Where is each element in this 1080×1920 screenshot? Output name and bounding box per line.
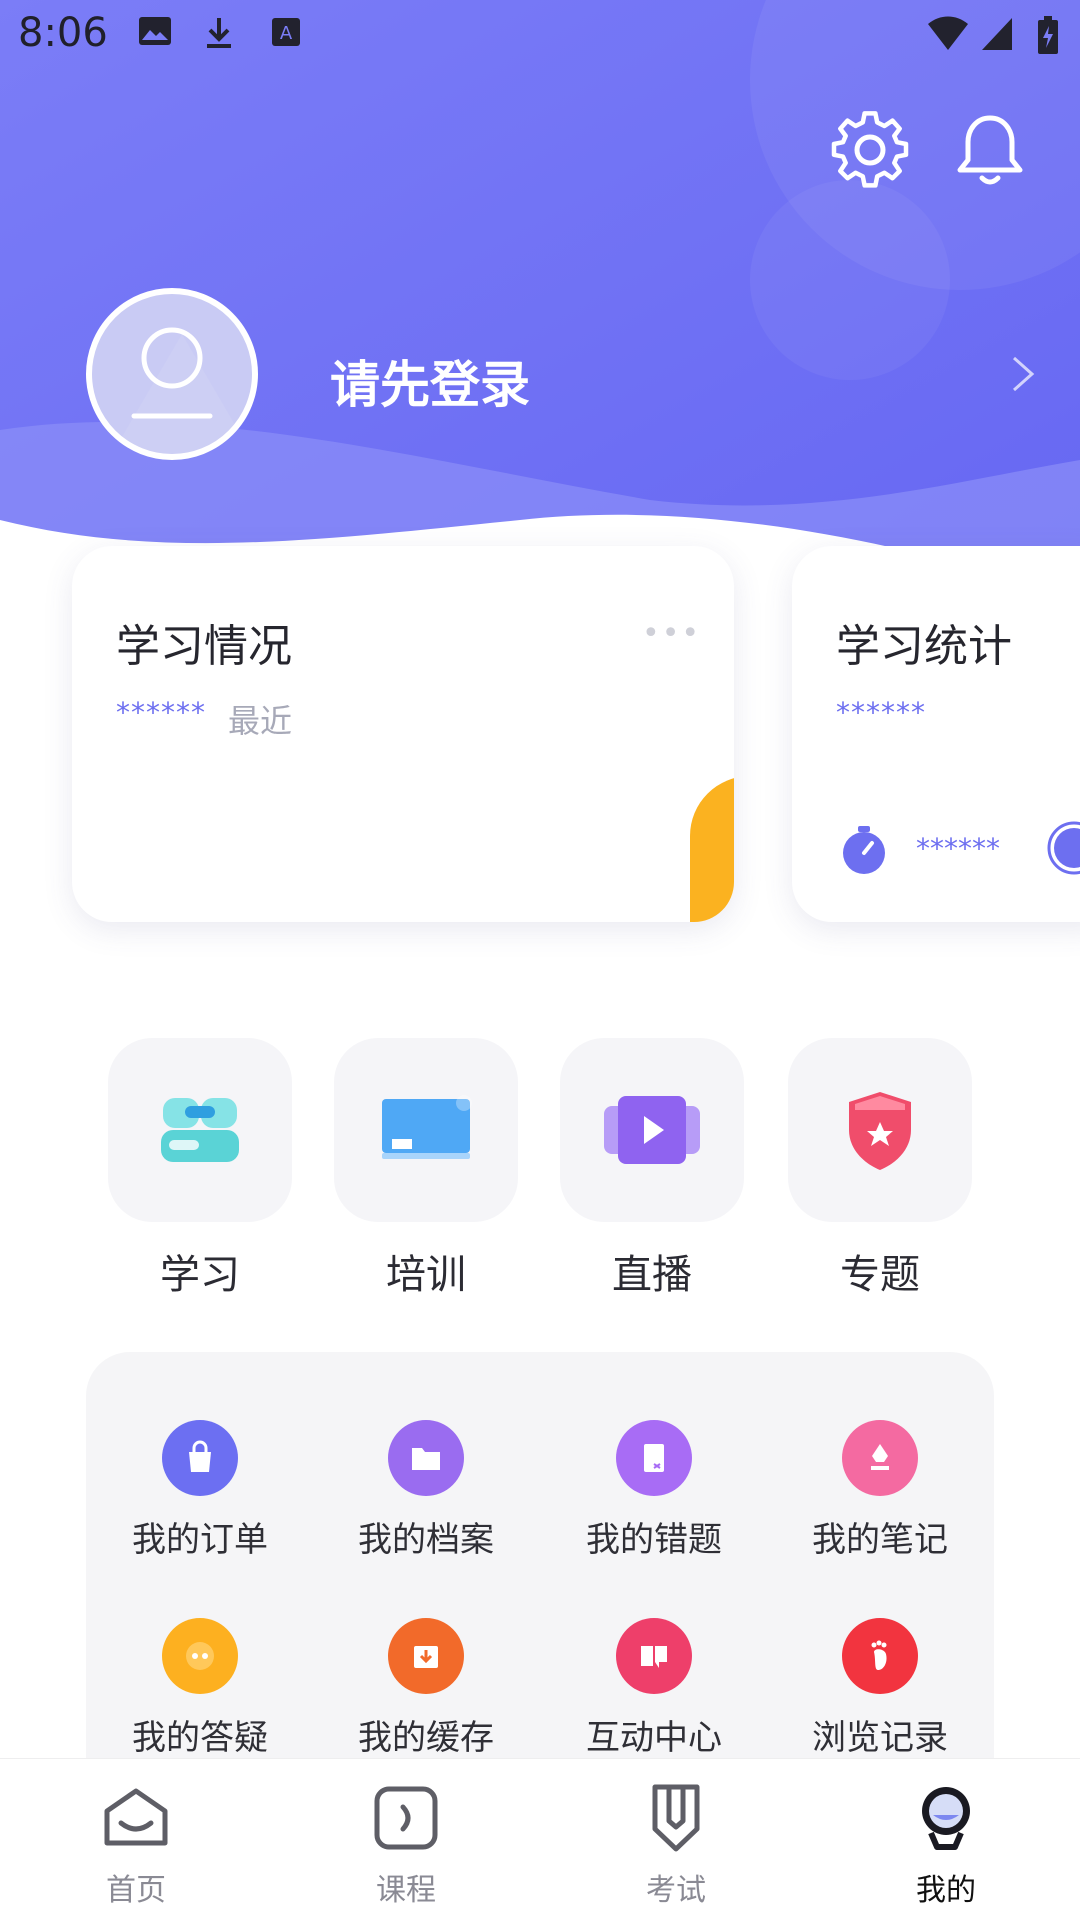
menu-my-mistakes[interactable]: 我的错题 bbox=[554, 1420, 754, 1561]
feature-icon-box bbox=[788, 1038, 972, 1222]
pen-icon bbox=[842, 1420, 918, 1496]
notification-bell-icon[interactable] bbox=[950, 110, 1030, 190]
footprint-icon bbox=[842, 1618, 918, 1694]
feature-study[interactable]: 学习 bbox=[108, 1038, 292, 1300]
menu-label: 我的答疑 bbox=[132, 1718, 268, 1758]
feature-label: 直播 bbox=[612, 1252, 692, 1298]
course-icon bbox=[374, 1786, 438, 1850]
card-title: 学习情况 bbox=[116, 621, 292, 672]
status-bar: 8:06 A bbox=[0, 0, 1080, 72]
menu-my-archive[interactable]: 我的档案 bbox=[326, 1420, 526, 1561]
masked-value: ****** bbox=[836, 696, 926, 729]
settings-gear-icon[interactable] bbox=[830, 110, 910, 190]
menu-interactive-center[interactable]: 互动中心 bbox=[554, 1618, 754, 1759]
home-icon bbox=[104, 1788, 168, 1846]
profile-header: 8:06 A 请先登录 bbox=[0, 0, 1080, 600]
interactive-icon bbox=[616, 1618, 692, 1694]
period-label: 最近 bbox=[228, 702, 293, 740]
battery-icon bbox=[1038, 16, 1058, 54]
ticket-icon bbox=[616, 1420, 692, 1496]
study-status-card[interactable]: 学习情况 ••• ****** 最近 bbox=[72, 546, 734, 922]
card-title: 学习统计 bbox=[836, 621, 1012, 672]
stat-value: ****** bbox=[916, 832, 1000, 865]
menu-label: 我的笔记 bbox=[812, 1520, 948, 1560]
chat-dots-icon bbox=[162, 1618, 238, 1694]
svg-text:A: A bbox=[280, 23, 293, 44]
menu-browse-history[interactable]: 浏览记录 bbox=[780, 1618, 980, 1759]
feature-label: 学习 bbox=[160, 1252, 240, 1298]
feature-label: 专题 bbox=[840, 1252, 920, 1298]
feature-live[interactable]: 直播 bbox=[560, 1038, 744, 1300]
menu-my-notes[interactable]: 我的笔记 bbox=[780, 1420, 980, 1561]
font-status-icon: A bbox=[272, 18, 300, 46]
nav-label: 课程 bbox=[376, 1873, 436, 1908]
download-box-icon bbox=[388, 1618, 464, 1694]
nav-course[interactable]: 课程 bbox=[326, 1783, 486, 1909]
nav-mine[interactable]: 我的 bbox=[866, 1783, 1026, 1909]
more-options-icon[interactable]: ••• bbox=[642, 616, 701, 651]
gallery-icon bbox=[139, 17, 171, 45]
shopping-bag-icon bbox=[162, 1420, 238, 1496]
nav-label: 我的 bbox=[916, 1873, 976, 1908]
menu-label: 我的错题 bbox=[586, 1520, 722, 1560]
study-icon bbox=[161, 1098, 239, 1162]
menu-label: 浏览记录 bbox=[812, 1718, 948, 1758]
menu-my-cache[interactable]: 我的缓存 bbox=[326, 1618, 526, 1759]
download-status-icon bbox=[207, 18, 231, 48]
card-accent-decoration bbox=[690, 776, 734, 922]
wifi-icon bbox=[928, 16, 968, 50]
feature-icon-box bbox=[334, 1038, 518, 1222]
bottom-navigation: 首页 课程 考试 我的 bbox=[0, 1758, 1080, 1920]
menu-label: 互动中心 bbox=[586, 1718, 722, 1758]
feature-label: 培训 bbox=[386, 1252, 466, 1298]
nav-home[interactable]: 首页 bbox=[56, 1783, 216, 1909]
signal-icon bbox=[982, 18, 1012, 50]
chevron-right-icon[interactable] bbox=[1010, 354, 1038, 394]
menu-label: 我的缓存 bbox=[358, 1718, 494, 1758]
feature-training[interactable]: 培训 bbox=[334, 1038, 518, 1300]
live-icon bbox=[604, 1096, 700, 1164]
profile-icon bbox=[922, 1787, 970, 1850]
nav-exam[interactable]: 考试 bbox=[596, 1783, 756, 1909]
nav-label: 考试 bbox=[646, 1873, 706, 1908]
default-avatar-icon bbox=[112, 327, 252, 454]
avatar[interactable] bbox=[86, 288, 258, 460]
masked-value: ****** bbox=[116, 696, 206, 729]
study-statistics-card[interactable]: 学习统计 ****** ****** bbox=[792, 546, 1080, 922]
target-icon bbox=[1047, 821, 1080, 875]
folder-icon bbox=[388, 1420, 464, 1496]
nav-label: 首页 bbox=[106, 1873, 166, 1908]
feature-icon-box bbox=[108, 1038, 292, 1222]
menu-label: 我的档案 bbox=[358, 1520, 494, 1560]
feature-topic[interactable]: 专题 bbox=[788, 1038, 972, 1300]
menu-my-orders[interactable]: 我的订单 bbox=[100, 1420, 300, 1561]
topic-icon bbox=[849, 1092, 911, 1170]
menu-my-qa[interactable]: 我的答疑 bbox=[100, 1618, 300, 1759]
feature-icon-box bbox=[560, 1038, 744, 1222]
login-prompt[interactable]: 请先登录 bbox=[330, 345, 530, 417]
training-icon bbox=[382, 1095, 472, 1159]
stopwatch-icon bbox=[843, 826, 885, 874]
exam-icon bbox=[652, 1784, 700, 1852]
menu-label: 我的订单 bbox=[132, 1520, 268, 1560]
status-time: 8:06 bbox=[18, 10, 108, 56]
